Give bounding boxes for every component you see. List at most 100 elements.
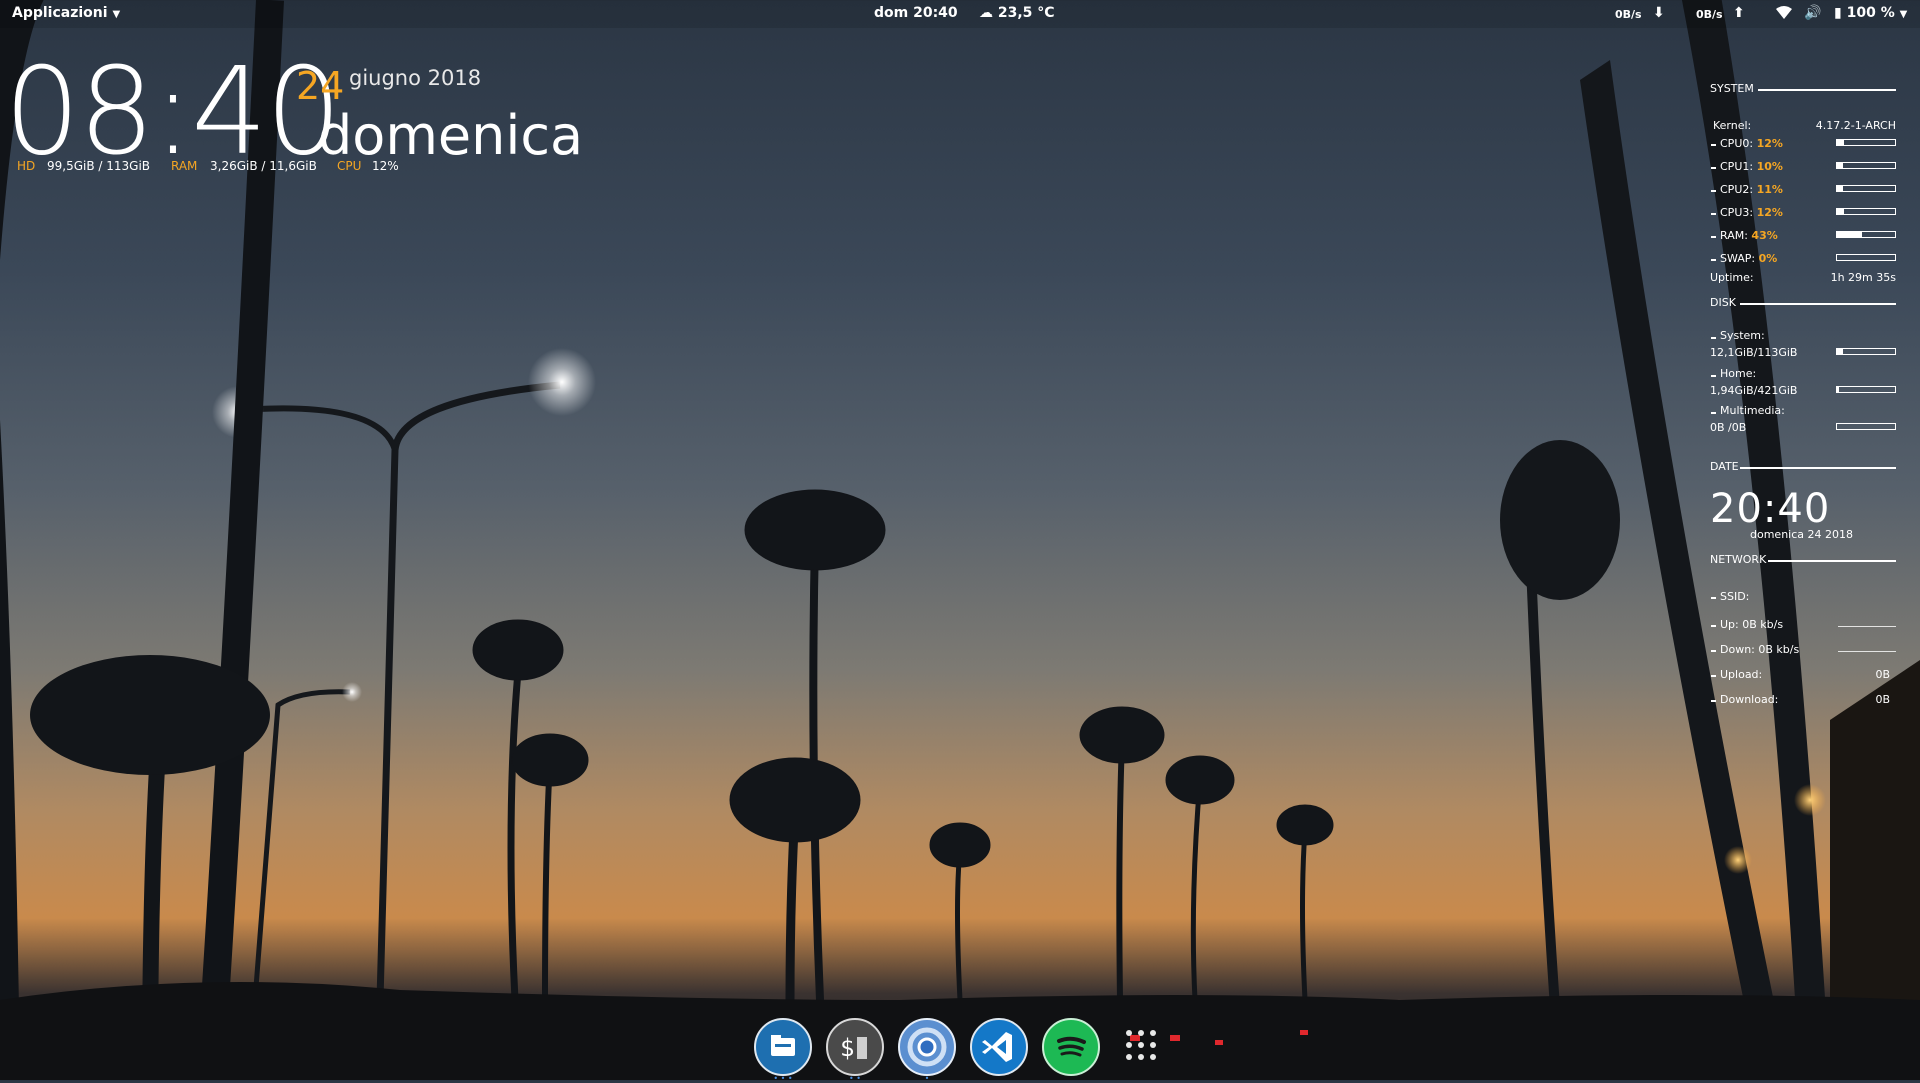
disk-divider [1740,303,1896,305]
battery-percentage: 100 % [1846,5,1895,21]
ssid-label: SSID: [1720,590,1750,603]
download-total-value: 0B [1875,693,1890,706]
usage-name: CPU1: [1720,160,1754,173]
disk-row: System: 12,1GiB/113GiB [1710,329,1896,359]
conky-clock: 20:40 [1710,486,1831,532]
usage-name: SWAP: [1720,252,1756,265]
vscode-glyph [982,1032,1012,1062]
download-arrow-icon: ⬇ [1653,5,1665,21]
terminal-glyph: $ [840,1034,867,1062]
row-marker [1711,625,1716,627]
volume-icon[interactable]: 🔊 [1804,5,1821,21]
app-grid-icon[interactable] [1114,1018,1168,1072]
usage-label: SWAP: 0% [1720,252,1777,265]
kernel-row: Kernel: 4.17.2-1-ARCH [1710,119,1896,133]
topbar-clock[interactable]: dom 20:40 [874,5,958,21]
usage-row: CPU0: 12% [1710,137,1896,151]
disk-name: Home: [1720,367,1757,380]
net-up-label: Up: 0B kb/s [1720,618,1784,631]
running-indicator: • [924,1074,930,1083]
uptime-value: 1h 29m 35s [1830,271,1896,284]
net-up-row: Up: 0B kb/s [1710,618,1896,632]
usage-bar [1836,185,1896,192]
top-bar: Applicazioni ▼ dom 20:40 ☁ 23,5 °C 0B/s … [0,0,1920,28]
chevron-down-icon: ▼ [112,9,121,20]
usage-bar [1836,139,1896,146]
upload-arrow-icon: ⬆ [1733,5,1745,21]
running-indicator: • • • [773,1074,793,1083]
usage-name: CPU0: [1720,137,1754,150]
disk-bar [1836,348,1896,355]
weather-temperature: 23,5 °C [997,5,1055,21]
disk-bar [1836,423,1896,430]
download-total-row: Download: 0B [1710,693,1896,707]
disk-row: Home: 1,94GiB/421GiB [1710,367,1896,397]
date-title: DATE [1710,460,1739,473]
row-marker [1711,412,1716,414]
cpu-value: 12% [372,159,399,173]
applications-menu[interactable]: Applicazioni ▼ [12,5,120,21]
row-marker [1711,190,1716,192]
files-icon[interactable]: • • • [754,1018,812,1083]
usage-bar-fill [1837,140,1844,145]
row-marker [1711,700,1716,702]
weather-indicator[interactable]: ☁ 23,5 °C [979,5,1055,21]
terminal-icon[interactable]: $ • • [826,1018,884,1083]
usage-percent: 12% [1756,206,1783,219]
app-grid-glyph [1126,1030,1156,1060]
ram-label: RAM [171,159,198,173]
usage-label: RAM: 43% [1720,229,1778,242]
usage-bar [1836,231,1896,238]
vscode-icon[interactable] [970,1018,1028,1076]
chromium-icon[interactable]: • [898,1018,956,1083]
hd-label: HD [17,159,36,173]
ram-value: 3,26GiB / 11,6GiB [210,159,317,173]
upload-total-label: Upload: [1720,668,1763,681]
desktop-clock-month-year: giugno 2018 [349,66,482,90]
disk-usage: 0B /0B [1710,421,1747,434]
disk-usage: 1,94GiB/421GiB [1710,384,1798,397]
usage-percent: 43% [1751,229,1778,242]
usage-row: CPU3: 12% [1710,206,1896,220]
disk-row: Multimedia: 0B /0B [1710,404,1896,434]
disk-name: Multimedia: [1720,404,1785,417]
upload-rate[interactable]: 0B/s [1696,8,1723,21]
usage-label: CPU1: 10% [1720,160,1783,173]
battery-icon: ▮ [1834,5,1842,21]
battery-indicator[interactable]: ▮ 100 % ▼ [1834,5,1907,21]
usage-label: CPU0: 12% [1720,137,1783,150]
uptime-label: Uptime: [1710,271,1754,284]
download-rate[interactable]: 0B/s [1615,8,1642,21]
usage-label: CPU3: 12% [1720,206,1783,219]
row-marker [1711,675,1716,677]
row-marker [1711,213,1716,215]
spotify-icon[interactable] [1042,1018,1100,1076]
usage-name: CPU3: [1720,206,1754,219]
usage-label: CPU2: 11% [1720,183,1783,196]
row-marker [1711,167,1716,169]
desktop-clock-day: 24 [296,64,345,108]
net-up-graph [1838,626,1896,627]
usage-percent: 11% [1756,183,1783,196]
svg-text:$: $ [840,1034,854,1062]
usage-row: CPU2: 11% [1710,183,1896,197]
upload-total-row: Upload: 0B [1710,668,1896,682]
hd-value: 99,5GiB / 113GiB [47,159,151,173]
net-down-label: Down: 0B kb/s [1720,643,1800,656]
conky-date: domenica 24 2018 [1750,528,1853,541]
usage-row: CPU1: 10% [1710,160,1896,174]
disk-bar [1836,386,1896,393]
net-down-row: Down: 0B kb/s [1710,643,1896,657]
disk-bar-fill [1837,387,1840,392]
row-marker [1711,259,1716,261]
row-marker [1711,236,1716,238]
ssid-row: SSID: [1710,590,1896,604]
usage-bar-fill [1837,186,1844,191]
desktop-clock-weekday: domenica [318,104,584,167]
system-menu-chevron-icon: ▼ [1899,9,1908,20]
wifi-icon[interactable] [1776,5,1792,23]
uptime-row: Uptime: 1h 29m 35s [1710,271,1896,285]
usage-percent: 0% [1758,252,1778,265]
system-divider [1758,89,1896,91]
network-divider [1768,560,1896,562]
